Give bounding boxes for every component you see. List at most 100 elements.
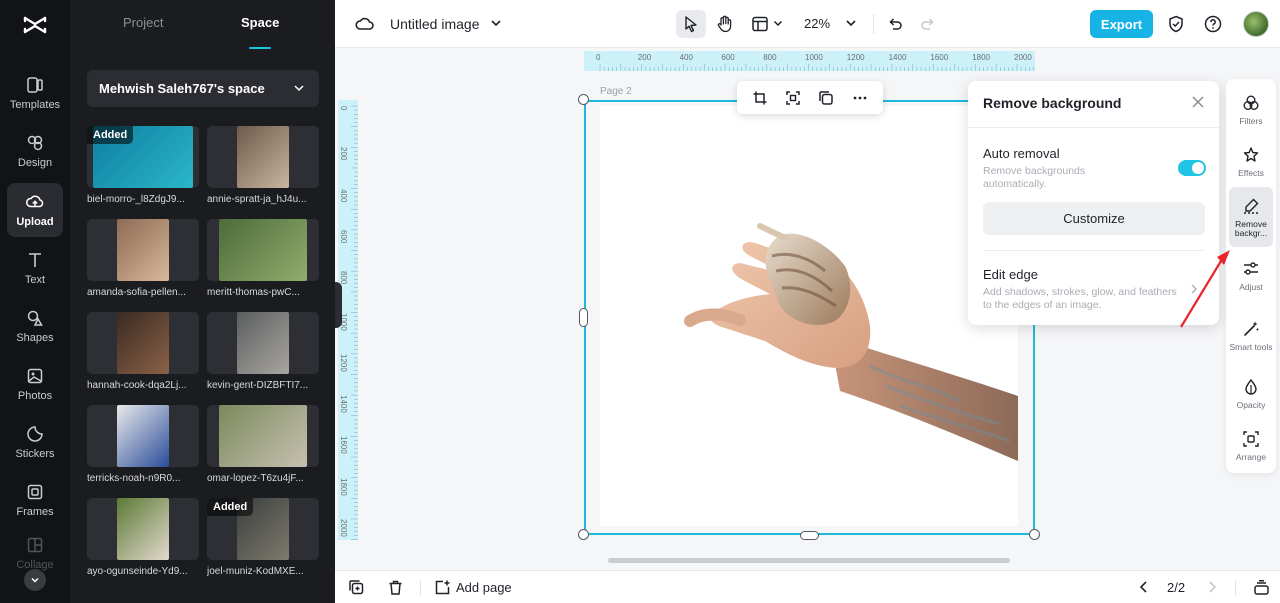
chevron-down-icon[interactable]	[773, 18, 783, 28]
active-tab-indicator	[249, 47, 271, 49]
media-thumbnail[interactable]: Added	[87, 126, 199, 188]
media-thumbnail[interactable]: Added	[207, 498, 319, 560]
tab-space[interactable]: Space	[241, 15, 279, 30]
duplicate-icon[interactable]	[817, 89, 835, 107]
duplicate-page-icon[interactable]	[348, 579, 365, 596]
shield-icon[interactable]	[1166, 14, 1186, 34]
more-icon[interactable]	[851, 89, 869, 107]
flip-icon[interactable]	[784, 89, 802, 107]
tool-arrange[interactable]: Arrange	[1229, 417, 1273, 475]
tool-label: Remove backgr...	[1234, 218, 1268, 238]
top-bar: Untitled image 22% Export	[335, 0, 1280, 48]
auto-removal-toggle[interactable]	[1178, 160, 1206, 176]
tool-effects[interactable]: Effects	[1229, 133, 1273, 191]
edit-edge-title[interactable]: Edit edge	[983, 267, 1038, 282]
context-toolbar	[737, 81, 883, 114]
media-thumbnail[interactable]	[87, 405, 199, 467]
media-thumbnail[interactable]	[87, 498, 199, 560]
customize-button[interactable]: Customize	[983, 202, 1205, 235]
tool-label: Filters	[1239, 116, 1263, 126]
help-icon[interactable]	[1203, 14, 1223, 34]
zoom-chevron-icon[interactable]	[845, 17, 857, 29]
space-selector[interactable]: Mehwish Saleh767's space	[87, 70, 319, 107]
rail-item-templates[interactable]: Templates	[7, 66, 63, 120]
add-page-icon[interactable]	[434, 579, 451, 596]
horizontal-scrollbar[interactable]	[608, 558, 1010, 563]
rail-item-frames[interactable]: Frames	[7, 473, 63, 527]
tool-smart-tools[interactable]: Smart tools	[1229, 305, 1273, 367]
thumbnail-filename: kevin-gent-DIZBFTI7...	[207, 380, 309, 391]
thumbnail-filename: meritt-thomas-pwC...	[207, 287, 300, 298]
rail-item-photos[interactable]: Photos	[7, 357, 63, 411]
thumbnail-image	[117, 405, 169, 467]
next-page-icon[interactable]	[1205, 580, 1219, 594]
zoom-level[interactable]: 22%	[804, 16, 830, 31]
media-thumbnail[interactable]	[207, 312, 319, 374]
cloud-save-icon[interactable]	[355, 14, 375, 34]
ruler-label: 0	[596, 53, 601, 62]
cursor-icon	[682, 15, 700, 33]
tool-filters[interactable]: Filters	[1229, 81, 1273, 139]
tab-project[interactable]: Project	[123, 15, 163, 30]
panel-collapse-handle[interactable]	[335, 282, 342, 328]
media-thumbnail[interactable]	[87, 219, 199, 281]
rail-item-design[interactable]: Design	[7, 124, 63, 178]
document-title[interactable]: Untitled image	[390, 16, 480, 32]
rail-item-stickers[interactable]: Stickers	[7, 415, 63, 469]
rail-item-text[interactable]: Text	[7, 241, 63, 295]
media-thumbnail[interactable]	[87, 312, 199, 374]
filters-icon	[1243, 95, 1259, 110]
tool-remove-background[interactable]: Remove backgr...	[1229, 187, 1273, 247]
rail-item-shapes[interactable]: Shapes	[7, 299, 63, 353]
space-name: Mehwish Saleh767's space	[99, 81, 265, 96]
previous-page-icon[interactable]	[1137, 580, 1151, 594]
redo-icon[interactable]	[919, 15, 937, 33]
tool-opacity[interactable]: Opacity	[1229, 365, 1273, 423]
resize-handle-bottom-right[interactable]	[1029, 529, 1040, 540]
title-menu-chevron-icon[interactable]	[490, 17, 502, 29]
undo-icon[interactable]	[886, 15, 904, 33]
capcut-logo-icon[interactable]	[22, 12, 48, 38]
ruler-label: 800	[763, 53, 777, 62]
thumbnail-filename: terricks-noah-n9R0...	[87, 473, 181, 484]
hand-tool-icon[interactable]	[715, 14, 735, 34]
resize-handle-bottom-left[interactable]	[578, 529, 589, 540]
media-thumbnail[interactable]	[207, 219, 319, 281]
ruler-label: 2000	[339, 519, 348, 537]
trash-icon[interactable]	[387, 579, 404, 596]
ruler-label: 600	[721, 53, 735, 62]
ruler-label: 0	[339, 106, 348, 111]
effects-icon	[1243, 147, 1259, 162]
ruler-label: 1800	[972, 53, 990, 62]
tool-label: Effects	[1238, 168, 1264, 178]
auto-removal-title: Auto removal	[983, 146, 1060, 161]
export-button[interactable]: Export	[1090, 10, 1153, 38]
media-thumbnail[interactable]	[207, 405, 319, 467]
pages-panel-icon[interactable]	[1253, 579, 1270, 596]
ruler-label: 800	[339, 271, 348, 285]
close-icon[interactable]	[1191, 95, 1205, 109]
avatar[interactable]	[1243, 11, 1269, 37]
ruler-label: 1800	[339, 477, 348, 496]
horizontal-ruler: 0 200 400 600 800 1000 1200 1400 1600 1800 2000	[584, 51, 1039, 71]
crop-icon[interactable]	[751, 89, 769, 107]
rail-item-label: Upload	[16, 215, 54, 228]
thumbnail-image	[237, 126, 289, 188]
resize-handle-bottom[interactable]	[800, 531, 819, 540]
rail-item-upload[interactable]: Upload	[7, 183, 63, 237]
templates-icon	[27, 76, 43, 93]
layout-icon[interactable]	[751, 15, 769, 33]
design-icon	[27, 135, 43, 150]
bottom-divider	[420, 580, 421, 596]
photos-icon	[27, 368, 43, 383]
ruler-label: 400	[339, 188, 348, 202]
tool-label: Smart tools	[1229, 342, 1273, 352]
tool-adjust[interactable]: Adjust	[1229, 247, 1273, 305]
resize-handle-top-left[interactable]	[578, 94, 589, 105]
ruler-label: 200	[637, 53, 652, 62]
collapse-rail-button[interactable]	[24, 569, 46, 591]
media-thumbnail[interactable]	[207, 126, 319, 188]
opacity-icon	[1245, 378, 1257, 395]
resize-handle-left[interactable]	[579, 308, 588, 327]
add-page-button[interactable]: Add page	[456, 580, 512, 595]
